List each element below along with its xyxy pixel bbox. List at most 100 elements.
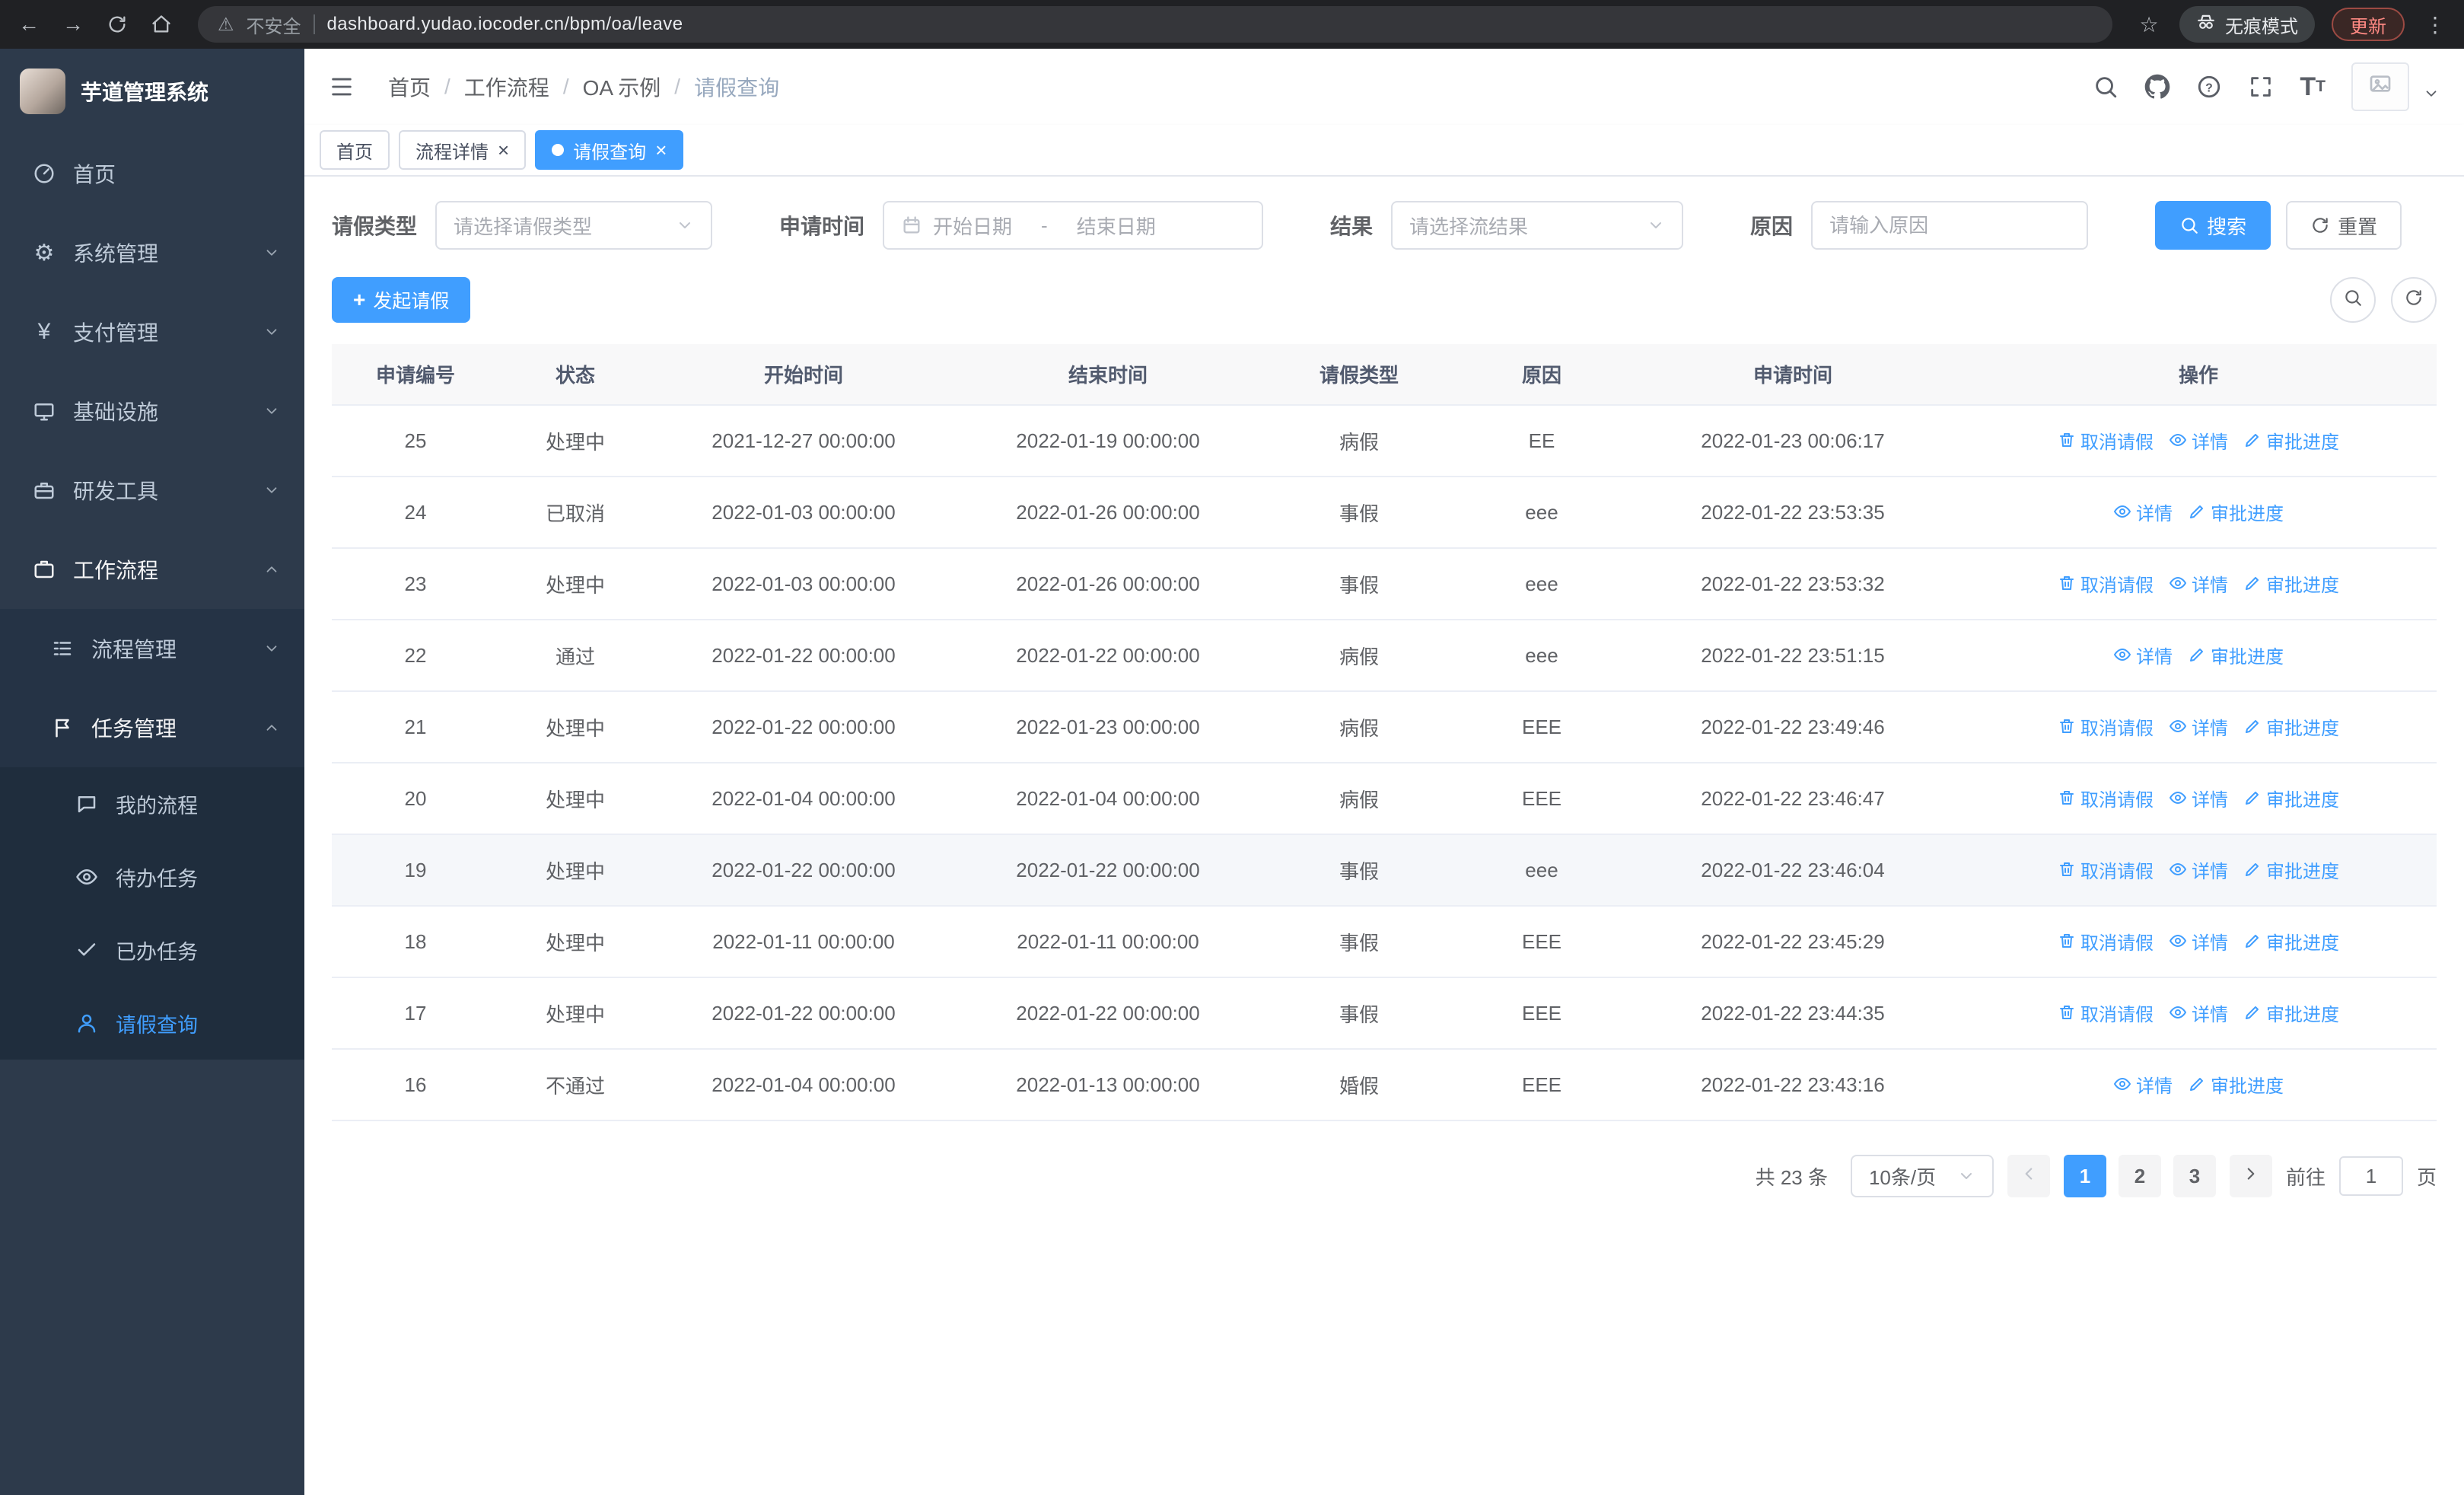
security-label[interactable]: 不安全 <box>247 11 301 38</box>
divider <box>313 14 315 34</box>
detail-link[interactable]: 详情 <box>2113 499 2173 525</box>
help-icon[interactable]: ? <box>2196 74 2222 100</box>
sidebar-item-11[interactable]: 请假查询 <box>0 987 304 1060</box>
detail-link[interactable]: 详情 <box>2169 785 2228 811</box>
cell-reason: EE <box>1458 405 1625 477</box>
cancel-leave-link[interactable]: 取消请假 <box>2058 570 2154 597</box>
breadcrumb-item[interactable]: OA 示例 <box>583 72 661 102</box>
leave-type-select[interactable]: 请选择请假类型 <box>435 201 713 250</box>
approval-progress-link[interactable]: 审批进度 <box>2243 427 2339 454</box>
tab-1[interactable]: 流程详情 × <box>399 130 527 170</box>
prev-page-button[interactable] <box>2007 1155 2050 1197</box>
sidebar-item-9[interactable]: 待办任务 <box>0 840 304 913</box>
page-button-2[interactable]: 2 <box>2118 1155 2161 1197</box>
detail-link[interactable]: 详情 <box>2169 713 2228 740</box>
approval-progress-link[interactable]: 审批进度 <box>2243 713 2339 740</box>
cancel-leave-link[interactable]: 取消请假 <box>2058 928 2154 955</box>
approval-progress-link[interactable]: 审批进度 <box>2188 642 2284 668</box>
cell-apply-time: 2022-01-22 23:45:29 <box>1625 906 1960 978</box>
approval-progress-link[interactable]: 审批进度 <box>2243 928 2339 955</box>
cell-actions: 取消请假 详情 审批进度 <box>1960 548 2437 620</box>
url-text[interactable]: dashboard.yudao.iocoder.cn/bpm/oa/leave <box>327 14 683 35</box>
cell-reason: EEE <box>1458 691 1625 763</box>
fullscreen-icon[interactable] <box>2248 74 2274 100</box>
home-icon[interactable] <box>148 14 175 35</box>
cell-status: 不通过 <box>499 1049 651 1121</box>
approval-progress-link[interactable]: 审批进度 <box>2188 1071 2284 1098</box>
breadcrumb-item: 请假查询 <box>694 76 780 100</box>
tab-0[interactable]: 首页 <box>320 130 390 170</box>
goto-page-input[interactable] <box>2338 1156 2403 1196</box>
refresh-icon <box>2310 215 2330 235</box>
apply-time-label: 申请时间 <box>779 215 865 238</box>
page-button-1[interactable]: 1 <box>2063 1155 2106 1197</box>
topbar: 首页 / 工作流程 / OA 示例 / 请假查询 ? TT <box>304 49 2464 125</box>
detail-link[interactable]: 详情 <box>2113 642 2173 668</box>
sidebar-item-3[interactable]: 基础设施 <box>0 371 304 451</box>
cancel-leave-link[interactable]: 取消请假 <box>2058 856 2154 883</box>
close-icon[interactable]: × <box>498 140 509 160</box>
eye-icon <box>2169 574 2187 592</box>
approval-progress-link[interactable]: 审批进度 <box>2243 570 2339 597</box>
forward-icon[interactable]: → <box>59 12 87 37</box>
approval-progress-link[interactable]: 审批进度 <box>2188 499 2284 525</box>
approval-progress-link[interactable]: 审批进度 <box>2243 856 2339 883</box>
sidebar-item-10[interactable]: 已办任务 <box>0 913 304 987</box>
cancel-leave-link[interactable]: 取消请假 <box>2058 999 2154 1026</box>
reason-input[interactable] <box>1811 201 2089 250</box>
cancel-leave-link[interactable]: 取消请假 <box>2058 427 2154 454</box>
cancel-leave-link[interactable]: 取消请假 <box>2058 785 2154 811</box>
avatar[interactable] <box>2351 62 2409 111</box>
breadcrumb-item[interactable]: 工作流程 <box>464 72 549 102</box>
font-size-icon[interactable]: TT <box>2300 72 2326 102</box>
cell-apply-time: 2022-01-22 23:46:04 <box>1625 834 1960 907</box>
page-button-3[interactable]: 3 <box>2173 1155 2216 1197</box>
eye-icon <box>2169 932 2187 950</box>
toggle-search-button[interactable] <box>2330 277 2376 323</box>
detail-link[interactable]: 详情 <box>2169 999 2228 1026</box>
detail-link[interactable]: 详情 <box>2113 1071 2173 1098</box>
next-page-button[interactable] <box>2229 1155 2272 1197</box>
kebab-menu-icon[interactable]: ⋮ <box>2421 12 2449 37</box>
url-bar[interactable]: ⚠ 不安全 dashboard.yudao.iocoder.cn/bpm/oa/… <box>198 6 2112 43</box>
cell-leave-type: 事假 <box>1260 548 1458 620</box>
chevron-down-icon[interactable] <box>2423 85 2440 111</box>
sidebar-item-8[interactable]: 我的流程 <box>0 767 304 840</box>
reset-button[interactable]: 重置 <box>2286 201 2402 250</box>
sidebar-item-5[interactable]: 工作流程 <box>0 530 304 609</box>
update-button[interactable]: 更新 <box>2332 8 2405 41</box>
search-button[interactable]: 搜索 <box>2155 201 2271 250</box>
sidebar-item-6[interactable]: 流程管理 <box>0 609 304 688</box>
sidebar-item-1[interactable]: ⚙ 系统管理 <box>0 213 304 292</box>
sidebar-item-0[interactable]: 首页 <box>0 134 304 213</box>
github-icon[interactable] <box>2144 74 2170 100</box>
bookmark-star-icon[interactable]: ☆ <box>2135 12 2163 37</box>
detail-link[interactable]: 详情 <box>2169 427 2228 454</box>
approval-progress-link[interactable]: 审批进度 <box>2243 999 2339 1026</box>
app: ← → ⚠ 不安全 dashboard.yudao.iocoder.cn/bpm… <box>0 0 2464 1495</box>
detail-link[interactable]: 详情 <box>2169 928 2228 955</box>
search-icon[interactable] <box>2093 74 2119 100</box>
sidebar-item-2[interactable]: ¥ 支付管理 <box>0 292 304 371</box>
back-icon[interactable]: ← <box>15 12 43 37</box>
detail-link[interactable]: 详情 <box>2169 856 2228 883</box>
cancel-leave-link[interactable]: 取消请假 <box>2058 713 2154 740</box>
reload-icon[interactable] <box>103 14 131 35</box>
tab-label: 流程详情 <box>415 142 489 163</box>
refresh-table-button[interactable] <box>2391 277 2437 323</box>
create-leave-button[interactable]: + 发起请假 <box>332 277 471 323</box>
apply-time-range-picker[interactable]: 开始日期 - 结束日期 <box>883 201 1264 250</box>
cell-start-time: 2022-01-22 00:00:00 <box>651 834 956 907</box>
page-size-select[interactable]: 10条/页 <box>1850 1155 1994 1197</box>
sidebar-item-7[interactable]: 任务管理 <box>0 688 304 767</box>
breadcrumb-item[interactable]: 首页 <box>388 72 431 102</box>
result-select[interactable]: 请选择流结果 <box>1391 201 1684 250</box>
column-header: 状态 <box>499 344 651 406</box>
breadcrumb-separator: / <box>562 75 569 98</box>
sidebar-item-4[interactable]: 研发工具 <box>0 451 304 530</box>
tab-2[interactable]: 请假查询 × <box>535 130 684 170</box>
collapse-sidebar-icon[interactable] <box>329 74 355 100</box>
close-icon[interactable]: × <box>655 140 667 160</box>
detail-link[interactable]: 详情 <box>2169 570 2228 597</box>
approval-progress-link[interactable]: 审批进度 <box>2243 785 2339 811</box>
